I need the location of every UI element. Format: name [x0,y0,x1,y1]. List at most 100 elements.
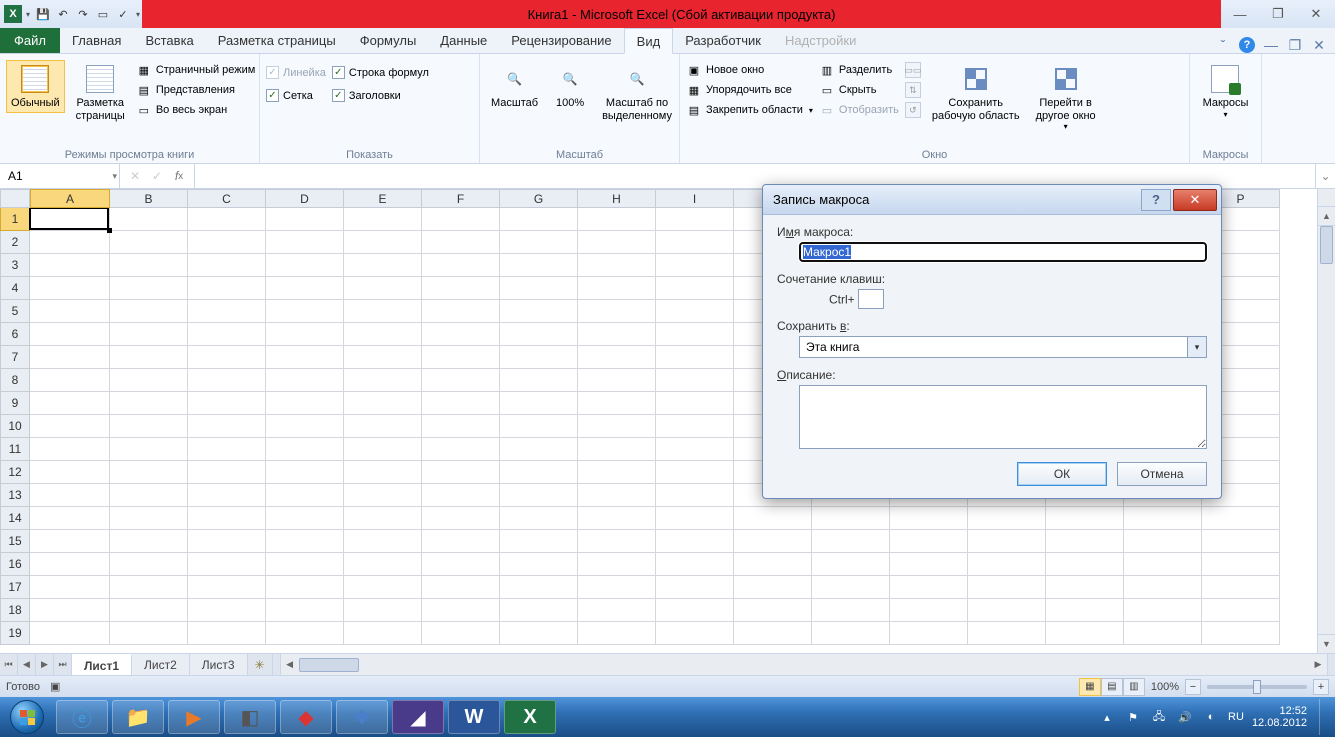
cell[interactable] [578,599,656,622]
zoom-to-selection-button[interactable]: 🔍 Масштаб по выделенному [597,60,677,125]
custom-qat-icon-2[interactable]: ✓ [114,5,132,23]
cell[interactable] [344,231,422,254]
view-normal-icon[interactable]: ▦ [1079,678,1101,696]
cell[interactable] [656,323,734,346]
cell[interactable] [578,461,656,484]
dialog-help-button[interactable]: ? [1141,189,1171,211]
cell[interactable] [578,277,656,300]
cell[interactable] [656,553,734,576]
new-sheet-button[interactable]: ✳ [248,654,272,675]
undo-icon[interactable]: ↶ [54,5,72,23]
page-break-view-button[interactable]: ▦Страничный режим [136,62,256,78]
cell[interactable] [1124,576,1202,599]
cell[interactable] [1046,599,1124,622]
scroll-down-icon[interactable]: ▼ [1318,635,1335,653]
hide-button[interactable]: ▭Скрыть [819,82,899,98]
page-layout-view-button[interactable]: Разметка страницы [71,60,130,125]
cell[interactable] [422,369,500,392]
cell[interactable] [500,576,578,599]
cell[interactable] [656,576,734,599]
zoom-button[interactable]: 🔍 Масштаб [486,60,543,113]
cell[interactable] [30,392,110,415]
cell[interactable] [30,300,110,323]
ribbon-tab-7[interactable]: Разработчик [673,27,773,53]
cell[interactable] [188,392,266,415]
cell[interactable] [1046,576,1124,599]
cell[interactable] [30,576,110,599]
cell[interactable] [422,254,500,277]
sheet-nav-prev-icon[interactable]: ◀ [18,654,36,675]
cell[interactable] [30,415,110,438]
cell[interactable] [344,622,422,645]
cell[interactable] [734,553,812,576]
row-header[interactable]: 19 [0,622,30,645]
cell[interactable] [266,208,344,231]
cell[interactable] [110,484,188,507]
macros-button[interactable]: Макросы ▾ [1198,60,1254,122]
cell[interactable] [266,346,344,369]
cell[interactable] [734,576,812,599]
cell[interactable] [578,530,656,553]
cell[interactable] [422,323,500,346]
cell[interactable] [578,415,656,438]
cell[interactable] [500,530,578,553]
fx-icon[interactable]: fx [170,167,188,185]
cell[interactable] [422,438,500,461]
view-page-layout-icon[interactable]: ▤ [1101,678,1123,696]
cell[interactable] [500,507,578,530]
save-icon[interactable]: 💾 [34,5,52,23]
cell[interactable] [110,208,188,231]
cell[interactable] [734,599,812,622]
store-in-combo[interactable] [799,336,1187,358]
cell[interactable] [110,277,188,300]
column-header[interactable]: B [110,189,188,208]
cell[interactable] [578,369,656,392]
fx-cancel-icon[interactable]: ✕ [126,167,144,185]
cell[interactable] [1124,507,1202,530]
cell[interactable] [968,622,1046,645]
sheet-nav-last-icon[interactable]: ⏭ [54,654,72,675]
view-page-break-icon[interactable]: ▥ [1123,678,1145,696]
cell[interactable] [500,622,578,645]
cell[interactable] [1202,530,1280,553]
description-textarea[interactable] [799,385,1207,449]
cell[interactable] [656,392,734,415]
cell[interactable] [968,530,1046,553]
save-workspace-button[interactable]: Сохранить рабочую область [927,60,1025,125]
reset-window-pos-button[interactable]: ↺ [905,102,921,118]
cell[interactable] [266,392,344,415]
cell[interactable] [30,208,110,231]
workbook-restore-button[interactable]: ❐ [1287,37,1303,53]
cell[interactable] [656,484,734,507]
ribbon-tab-6[interactable]: Вид [624,28,674,54]
cell[interactable] [422,300,500,323]
cell[interactable] [500,300,578,323]
cell[interactable] [30,277,110,300]
cell[interactable] [188,599,266,622]
sheet-nav-first-icon[interactable]: ⏮ [0,654,18,675]
cell[interactable] [656,254,734,277]
cell[interactable] [578,254,656,277]
row-header[interactable]: 8 [0,369,30,392]
cell[interactable] [344,530,422,553]
cell[interactable] [812,507,890,530]
cell[interactable] [30,254,110,277]
cell[interactable] [110,599,188,622]
cell[interactable] [266,438,344,461]
fill-handle[interactable] [107,228,112,233]
cell[interactable] [422,346,500,369]
cell[interactable] [188,231,266,254]
cell[interactable] [188,300,266,323]
file-tab[interactable]: Файл [0,27,60,53]
shortcut-key-input[interactable] [858,289,884,309]
cell[interactable] [188,484,266,507]
cell[interactable] [500,461,578,484]
ribbon-tab-2[interactable]: Разметка страницы [206,27,348,53]
cell[interactable] [1046,507,1124,530]
cell[interactable] [734,622,812,645]
show-desktop-button[interactable] [1319,699,1329,735]
cell[interactable] [578,392,656,415]
cell[interactable] [500,323,578,346]
cell[interactable] [344,576,422,599]
cell[interactable] [188,277,266,300]
